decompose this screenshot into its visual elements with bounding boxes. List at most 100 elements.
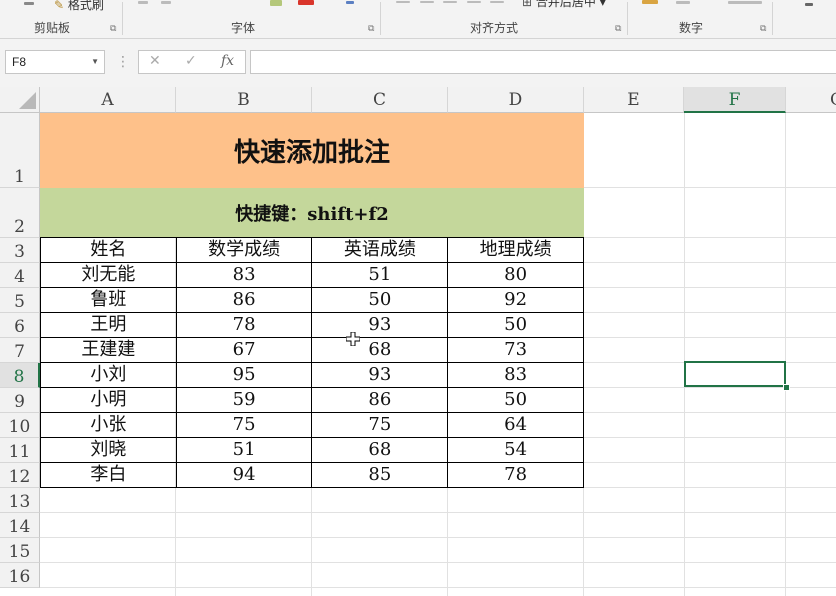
table-cell[interactable]: 50 (447, 387, 584, 413)
table-cell[interactable]: 92 (447, 287, 584, 313)
active-cell-f8[interactable] (684, 361, 786, 387)
dialog-launcher-icon[interactable]: ⧉ (615, 24, 621, 34)
column-header-c[interactable]: C (312, 87, 448, 113)
fill-handle[interactable] (783, 384, 790, 391)
table-cell[interactable]: 李白 (40, 462, 177, 488)
dropdown-arrow-icon[interactable] (24, 2, 34, 5)
table-header-row: 姓名 数学成绩 英语成绩 地理成绩 (40, 237, 584, 263)
column-header-e[interactable]: E (584, 87, 684, 113)
table-cell[interactable]: 94 (175, 462, 313, 488)
shortcut-cell[interactable]: 快捷键：shift+f2 (40, 188, 584, 238)
select-all-button[interactable] (0, 87, 40, 113)
table-cell[interactable]: 95 (175, 362, 313, 388)
header-cell-english[interactable]: 英语成绩 (311, 237, 449, 263)
row-header-7[interactable]: 7 (0, 338, 40, 363)
table-cell[interactable]: 86 (175, 287, 313, 313)
table-cell[interactable]: 51 (311, 262, 449, 288)
format-painter-button[interactable]: ✎ 格式刷 (54, 0, 104, 13)
table-cell[interactable]: 50 (447, 312, 584, 338)
insert-function-icon[interactable]: fx (221, 53, 234, 69)
table-cell[interactable]: 73 (447, 337, 584, 363)
dialog-launcher-icon[interactable]: ⧉ (760, 24, 766, 34)
table-cell[interactable]: 83 (175, 262, 313, 288)
table-cell[interactable]: 68 (311, 337, 449, 363)
table-cell[interactable]: 68 (311, 437, 449, 463)
font-control[interactable] (346, 1, 354, 4)
row-header-1[interactable]: 1 (0, 113, 40, 188)
gridline (785, 113, 786, 596)
dialog-launcher-icon[interactable]: ⧉ (110, 24, 116, 34)
table-cell[interactable]: 王明 (40, 312, 177, 338)
align-control[interactable] (396, 1, 410, 3)
row-header-13[interactable]: 13 (0, 488, 40, 513)
table-cell[interactable]: 67 (175, 337, 313, 363)
table-cell[interactable]: 小刘 (40, 362, 177, 388)
check-icon[interactable]: ✓ (185, 53, 197, 69)
table-row: 刘无能 83 51 80 (40, 262, 584, 288)
merge-center-button[interactable]: ⊞ 合并后居中 ▾ (522, 0, 606, 10)
table-cell[interactable]: 75 (175, 412, 313, 438)
row-header-9[interactable]: 9 (0, 388, 40, 413)
name-box[interactable]: F8 ▼ (5, 50, 105, 74)
table-cell[interactable]: 刘晓 (40, 437, 177, 463)
table-cell[interactable]: 64 (447, 412, 584, 438)
table-cell[interactable]: 75 (311, 412, 449, 438)
row-header-16[interactable]: 16 (0, 563, 40, 588)
align-control[interactable] (490, 1, 504, 3)
table-cell[interactable]: 51 (175, 437, 313, 463)
row-header-10[interactable]: 10 (0, 413, 40, 438)
column-header-a[interactable]: A (40, 87, 176, 113)
table-cell[interactable]: 93 (311, 362, 449, 388)
table-cell[interactable]: 小明 (40, 387, 177, 413)
table-cell[interactable]: 80 (447, 262, 584, 288)
chevron-down-icon[interactable] (805, 3, 813, 6)
align-control[interactable] (467, 1, 481, 3)
header-cell-math[interactable]: 数学成绩 (175, 237, 313, 263)
row-header-12[interactable]: 12 (0, 463, 40, 488)
row-header-2[interactable]: 2 (0, 188, 40, 238)
column-header-d[interactable]: D (448, 87, 584, 113)
currency-format-icon[interactable] (642, 0, 658, 4)
row-header-14[interactable]: 14 (0, 513, 40, 538)
row-header-5[interactable]: 5 (0, 288, 40, 313)
table-cell[interactable]: 小张 (40, 412, 177, 438)
font-control[interactable] (161, 1, 171, 4)
font-control[interactable] (138, 1, 148, 4)
drag-handle-icon[interactable]: ⋮ (116, 50, 130, 74)
table-cell[interactable]: 85 (311, 462, 449, 488)
table-cell[interactable]: 54 (447, 437, 584, 463)
column-header-g[interactable]: G (786, 87, 836, 113)
table-cell[interactable]: 86 (311, 387, 449, 413)
column-header-f[interactable]: F (684, 87, 786, 113)
table-cell[interactable]: 鲁班 (40, 287, 177, 313)
fill-color-icon[interactable] (270, 0, 282, 6)
row-header-4[interactable]: 4 (0, 263, 40, 288)
table-cell[interactable]: 王建建 (40, 337, 177, 363)
row-header-3[interactable]: 3 (0, 238, 40, 263)
percent-format-icon[interactable] (676, 1, 690, 4)
table-cell[interactable]: 78 (175, 312, 313, 338)
row-header-15[interactable]: 15 (0, 538, 40, 563)
header-cell-name[interactable]: 姓名 (40, 237, 177, 263)
row-header-6[interactable]: 6 (0, 313, 40, 338)
table-cell[interactable]: 78 (447, 462, 584, 488)
align-control[interactable] (420, 1, 434, 3)
column-header-b[interactable]: B (176, 87, 312, 113)
decimal-format-icon[interactable] (728, 1, 762, 4)
font-color-icon[interactable] (298, 0, 314, 5)
chevron-down-icon[interactable]: ▼ (91, 51, 99, 73)
cancel-icon[interactable]: ✕ (149, 53, 161, 69)
header-cell-geography[interactable]: 地理成绩 (447, 237, 584, 263)
table-cell[interactable]: 刘无能 (40, 262, 177, 288)
align-control[interactable] (443, 1, 457, 3)
table-cell[interactable]: 50 (311, 287, 449, 313)
table-cell[interactable]: 59 (175, 387, 313, 413)
row-header-11[interactable]: 11 (0, 438, 40, 463)
dialog-launcher-icon[interactable]: ⧉ (368, 24, 374, 34)
row-header-8[interactable]: 8 (0, 363, 40, 388)
table-cell[interactable]: 93 (311, 312, 449, 338)
gridline (40, 512, 836, 513)
sheet-title-cell[interactable]: 快速添加批注 (40, 113, 584, 188)
formula-input[interactable] (250, 50, 836, 74)
table-cell[interactable]: 83 (447, 362, 584, 388)
